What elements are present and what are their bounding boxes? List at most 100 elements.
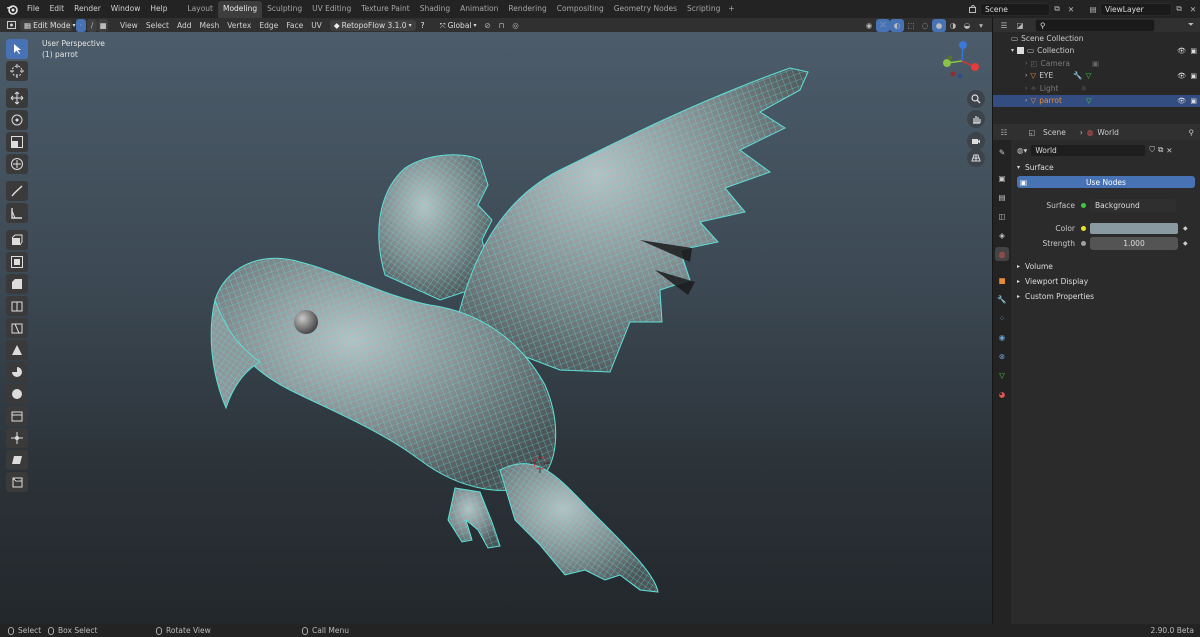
select-tool-icon[interactable] xyxy=(6,39,28,59)
delete-view-layer-icon[interactable]: ✕ xyxy=(1186,3,1200,16)
shading-solid-icon[interactable]: ● xyxy=(932,18,946,32)
menu-view[interactable]: View xyxy=(116,21,142,30)
menu-edge[interactable]: Edge xyxy=(255,21,282,30)
viewport-display-panel-header[interactable]: ▸ Viewport Display xyxy=(1011,274,1200,288)
object-tab-icon[interactable]: ■ xyxy=(995,273,1009,287)
menu-uv[interactable]: UV xyxy=(307,21,326,30)
pan-icon[interactable] xyxy=(967,110,985,128)
tab-layout[interactable]: Layout xyxy=(182,1,218,18)
eye-sphere[interactable] xyxy=(294,310,318,334)
keyframe-dot-icon[interactable]: ◆ xyxy=(1183,240,1188,247)
scene-tab-icon[interactable]: ◈ xyxy=(995,228,1009,242)
menu-help[interactable]: Help xyxy=(145,0,172,18)
move-tool-icon[interactable] xyxy=(6,88,28,108)
scale-tool-icon[interactable] xyxy=(6,132,28,152)
tab-rendering[interactable]: Rendering xyxy=(503,1,551,18)
shear-tool-icon[interactable] xyxy=(6,450,28,470)
camera-view-icon[interactable] xyxy=(967,132,985,150)
add-workspace-button[interactable]: + xyxy=(725,0,737,18)
tab-modeling[interactable]: Modeling xyxy=(217,1,263,18)
expand-arrow-icon[interactable]: › xyxy=(1025,60,1027,67)
menu-vertex[interactable]: Vertex xyxy=(223,21,255,30)
face-select-icon[interactable]: ■ xyxy=(98,18,108,32)
properties-editor-icon[interactable]: ☷ xyxy=(997,126,1011,139)
transform-tool-icon[interactable] xyxy=(6,154,28,174)
particles-tab-icon[interactable]: ⁘ xyxy=(995,311,1009,325)
delete-scene-icon[interactable]: ✕ xyxy=(1064,3,1078,16)
eye-icon[interactable]: 👁 xyxy=(1177,47,1186,55)
fake-user-icon[interactable]: ⛉ xyxy=(1149,145,1155,155)
volume-panel-header[interactable]: ▸ Volume xyxy=(1011,259,1200,273)
surface-panel-header[interactable]: ▾ Surface xyxy=(1011,160,1200,174)
unlink-icon[interactable]: ✕ xyxy=(1166,146,1172,155)
expand-arrow-icon[interactable]: › xyxy=(1025,72,1027,79)
rip-tool-icon[interactable] xyxy=(6,472,28,492)
pin-icon[interactable]: ⚲ xyxy=(1189,128,1195,137)
render-tab-icon[interactable]: ▣ xyxy=(995,171,1009,185)
menu-window[interactable]: Window xyxy=(106,0,146,18)
outliner-collection[interactable]: ▾ ▭ Collection 👁 ▣ xyxy=(993,45,1200,58)
scene-icon[interactable] xyxy=(966,3,980,16)
3d-viewport[interactable]: User Perspective (1) parrot xyxy=(0,32,992,624)
snap-icon[interactable]: ⊓ xyxy=(495,19,509,32)
render-camera-icon[interactable]: ▣ xyxy=(1190,47,1197,55)
mode-selector[interactable]: ▦ Edit Mode ▾ xyxy=(20,19,75,31)
tab-animation[interactable]: Animation xyxy=(455,1,503,18)
spin-tool-icon[interactable] xyxy=(6,362,28,382)
loop-cut-tool-icon[interactable] xyxy=(6,296,28,316)
tab-shading[interactable]: Shading xyxy=(415,1,455,18)
rotate-tool-icon[interactable] xyxy=(6,110,28,130)
outliner-editor-icon[interactable]: ☰ xyxy=(997,19,1011,32)
editor-type-icon[interactable] xyxy=(4,19,18,32)
world-browse-icon[interactable]: ◍▾ xyxy=(1017,146,1027,155)
outliner-item-eye[interactable]: › ▽ EYE 🔧 ▽ 👁 ▣ xyxy=(993,70,1200,83)
shading-rendered-icon[interactable]: ◒ xyxy=(960,19,974,32)
overlay-toggle-icon[interactable]: ◐ xyxy=(890,18,904,32)
proportional-edit-icon[interactable]: ◎ xyxy=(509,19,523,32)
navigation-gizmo[interactable] xyxy=(937,36,987,86)
new-scene-icon[interactable]: ⧉ xyxy=(1050,3,1064,16)
measure-tool-icon[interactable] xyxy=(6,203,28,223)
render-camera-icon[interactable]: ▣ xyxy=(1190,72,1197,80)
menu-add[interactable]: Add xyxy=(173,21,196,30)
keyframe-dot-icon[interactable]: ◆ xyxy=(1183,225,1188,232)
tab-geometry-nodes[interactable]: Geometry Nodes xyxy=(609,1,682,18)
annotate-tool-icon[interactable] xyxy=(6,181,28,201)
knife-tool-icon[interactable] xyxy=(6,318,28,338)
pivot-icon[interactable]: ⊘ xyxy=(481,19,495,32)
tab-scripting[interactable]: Scripting xyxy=(682,1,725,18)
zoom-icon[interactable] xyxy=(967,90,985,108)
display-mode-icon[interactable]: ◪ xyxy=(1013,19,1027,32)
menu-render[interactable]: Render xyxy=(69,0,106,18)
view-layer-field[interactable]: ViewLayer xyxy=(1100,2,1172,16)
tab-texture-paint[interactable]: Texture Paint xyxy=(356,1,414,18)
data-tab-icon[interactable]: ▽ xyxy=(995,368,1009,382)
xray-toggle-icon[interactable]: ⬚ xyxy=(904,19,918,32)
collapse-arrow-icon[interactable]: ▾ xyxy=(1011,47,1014,54)
gizmo-toggle-icon[interactable]: ⤫ xyxy=(876,18,890,32)
parrot-mesh[interactable] xyxy=(0,32,992,624)
new-view-layer-icon[interactable]: ⧉ xyxy=(1172,3,1186,16)
inset-tool-icon[interactable] xyxy=(6,252,28,272)
render-camera-icon[interactable]: ▣ xyxy=(1190,97,1197,105)
scene-name-field[interactable]: Scene xyxy=(980,2,1050,16)
menu-face[interactable]: Face xyxy=(282,21,307,30)
vertex-select-icon[interactable]: · xyxy=(76,18,86,32)
search-icon[interactable]: ◱ xyxy=(1025,126,1039,139)
outliner-item-camera[interactable]: › ◰ Camera ▣ xyxy=(993,57,1200,70)
constraints-tab-icon[interactable]: ⊗ xyxy=(995,349,1009,363)
output-tab-icon[interactable]: ▤ xyxy=(995,190,1009,204)
menu-mesh[interactable]: Mesh xyxy=(195,21,223,30)
outliner-item-light[interactable]: › ✧ Light ☼ xyxy=(993,82,1200,95)
outliner-search-input[interactable]: ⚲ xyxy=(1035,18,1155,32)
physics-tab-icon[interactable]: ◉ xyxy=(995,330,1009,344)
filter-icon[interactable]: ⏷ xyxy=(1184,19,1198,32)
cursor-tool-icon[interactable] xyxy=(6,61,28,81)
visibility-icon[interactable]: ◉ xyxy=(862,19,876,32)
retopoflow-menu[interactable]: ◆ RetopoFlow 3.1.0 ▾ xyxy=(329,19,416,31)
use-nodes-button[interactable]: ▣ Use Nodes xyxy=(1017,176,1195,188)
view-layer-icon[interactable]: ▤ xyxy=(1086,3,1100,16)
shading-wireframe-icon[interactable]: ◌ xyxy=(918,19,932,32)
modifiers-tab-icon[interactable]: 🔧 xyxy=(995,292,1009,306)
menu-select[interactable]: Select xyxy=(142,21,173,30)
